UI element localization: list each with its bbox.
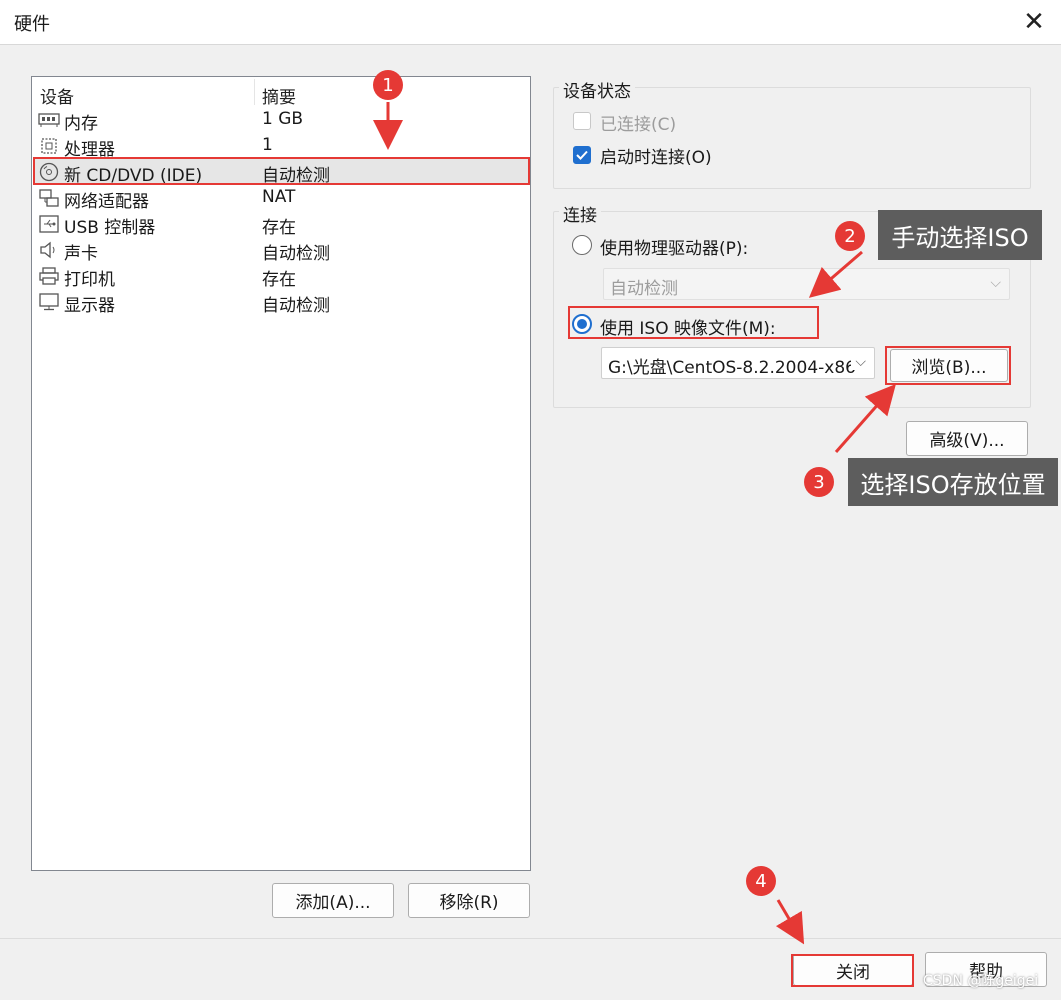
arrow-step2: [808, 250, 863, 298]
callout-step3: 选择ISO存放位置: [848, 458, 1058, 506]
step-badge-3: 3: [804, 467, 834, 497]
step-badge-2: 2: [835, 221, 865, 251]
step-badge-1: 1: [373, 70, 403, 100]
callout-step2: 手动选择ISO: [878, 210, 1042, 260]
arrow-step4: [775, 899, 805, 945]
step-badge-4: 4: [746, 866, 776, 896]
arrow-step3: [834, 383, 896, 453]
